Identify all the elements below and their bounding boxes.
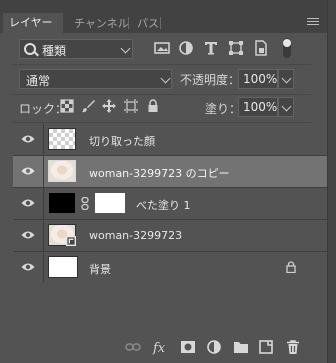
visibility-eye-icon[interactable] [21,198,35,208]
visibility-eye-icon[interactable] [21,166,35,176]
new-group-folder-icon[interactable] [233,339,249,355]
lock-position-move-icon[interactable] [102,99,116,113]
layer-style-fx-icon[interactable]: fx [152,339,168,355]
divider [13,122,311,123]
link-chain-icon[interactable] [81,197,89,210]
layer-row[interactable]: woman-3299723 [13,220,327,252]
tab-separator [160,17,161,29]
layer-name[interactable]: woman-3299723 [89,229,182,242]
row-separator [43,188,44,219]
delete-layer-trash-icon[interactable] [285,339,301,355]
tab-layers[interactable]: レイヤー [3,13,63,33]
layer-name[interactable]: woman-3299723 のコピー [89,165,230,181]
row-separator [43,220,44,251]
opacity-input[interactable]: 100% [238,69,278,89]
link-layers-icon[interactable] [125,339,141,355]
layers-panel: レイヤー チャンネル パス 種類 通常 不透明度： 100% ロック： 塗り： … [0,0,328,363]
new-layer-icon[interactable] [258,339,274,355]
smart-object-filter-icon[interactable] [253,40,269,56]
adjustment-filter-icon[interactable] [178,40,194,56]
visibility-eye-icon[interactable] [21,262,35,272]
blend-mode-value: 通常 [26,74,51,88]
text-filter-icon[interactable] [203,40,219,56]
layers-list: 切り取った顔 woman-3299723 のコピー べた塗り 1 woman-3… [13,124,327,284]
layer-row[interactable]: 切り取った顔 [13,124,327,156]
divider [13,64,311,65]
layer-row-selected[interactable]: woman-3299723 のコピー [13,156,327,188]
filter-kind-label: 種類 [42,44,67,58]
shape-filter-icon[interactable] [228,40,244,56]
layer-thumbnail[interactable] [48,224,76,246]
layer-row[interactable]: べた塗り 1 [13,188,327,220]
visibility-eye-icon[interactable] [21,134,35,144]
row-separator [43,124,44,155]
svg-text:fx: fx [152,341,166,355]
filter-kind-select[interactable]: 種類 [19,39,133,59]
visibility-eye-icon[interactable] [21,230,35,240]
layer-name[interactable]: 背景 [89,261,111,277]
add-mask-icon[interactable] [180,339,196,355]
fill-color-thumbnail[interactable] [48,192,76,214]
layer-row[interactable]: 背景 [13,252,327,284]
fill-input[interactable]: 100% [238,97,278,117]
chevron-down-icon [160,73,171,84]
chevron-down-icon [281,101,292,112]
divider [13,94,311,95]
search-icon [24,43,36,55]
opacity-slider-button[interactable] [278,69,294,89]
tab-paths[interactable]: パス [133,14,163,33]
layers-bottom-toolbar: fx [0,333,327,363]
smart-object-badge-icon [66,236,76,246]
layer-lock-icon[interactable] [286,261,296,273]
blend-mode-select[interactable]: 通常 [19,69,172,89]
filter-toggle-icon[interactable] [280,38,294,58]
layer-thumbnail[interactable] [48,160,76,182]
fill-slider-button[interactable] [278,97,294,117]
lock-all-icon[interactable] [146,99,160,113]
layer-mask-thumbnail[interactable] [94,192,126,214]
tab-channels[interactable]: チャンネル [70,14,133,33]
tab-separator [128,17,129,29]
fill-label: 塗り： [205,102,242,116]
layer-thumbnail[interactable] [48,256,78,278]
chevron-down-icon [120,43,131,54]
panel-scroll-strip [328,0,336,363]
layer-thumbnail[interactable] [48,128,76,150]
row-separator [43,252,44,283]
layer-name[interactable]: 切り取った顔 [89,133,155,149]
new-adjustment-layer-icon[interactable] [206,339,222,355]
panel-tab-bar: レイヤー チャンネル パス [0,0,327,33]
chevron-down-icon [281,73,292,84]
panel-menu-icon[interactable] [307,18,319,28]
pixel-filter-icon[interactable] [154,40,170,56]
layer-name[interactable]: べた塗り 1 [136,197,191,213]
opacity-label: 不透明度： [180,73,241,87]
lock-artboard-icon[interactable] [124,99,138,113]
lock-transparent-pixels-icon[interactable] [60,99,74,113]
lock-image-pixels-brush-icon[interactable] [81,99,95,113]
row-separator [43,156,44,187]
